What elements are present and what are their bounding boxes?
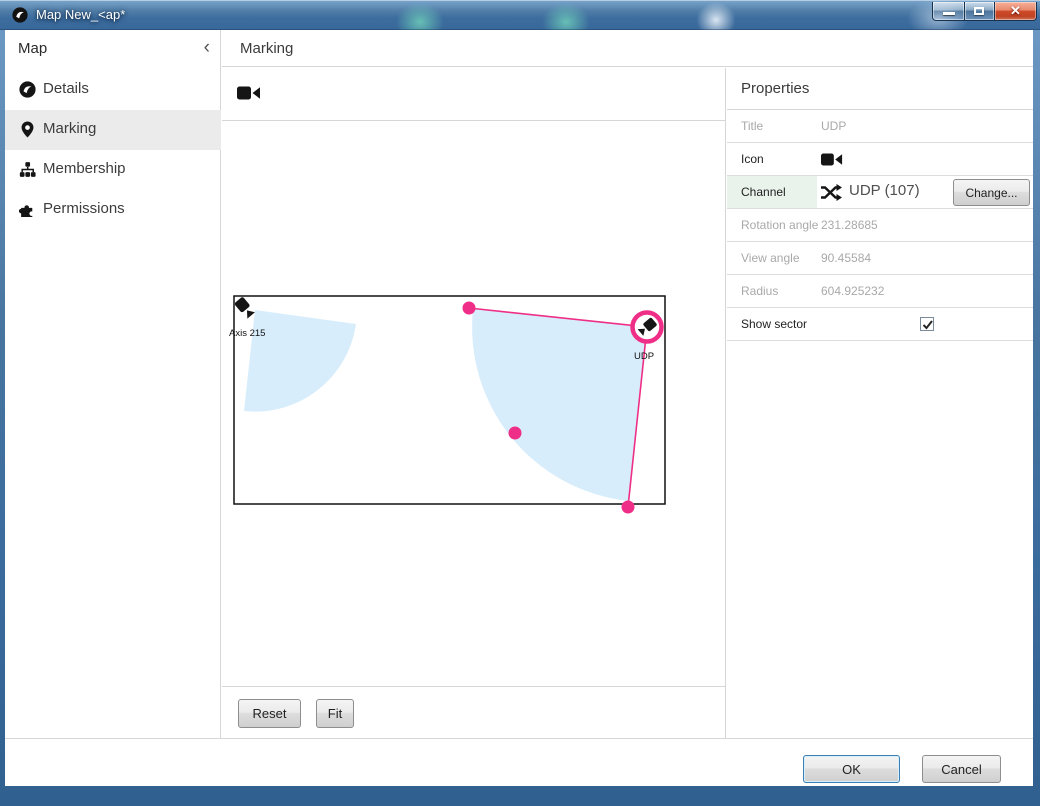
sidebar-header: Map ‹	[5, 38, 220, 62]
page-title: Marking	[240, 40, 293, 57]
sidebar-item-marking[interactable]: Marking	[5, 110, 221, 150]
window-title: Map New_<ap*	[36, 7, 125, 22]
axis215-label: Axis 215	[229, 328, 265, 339]
checkmark-icon	[921, 318, 935, 332]
ok-button[interactable]: OK	[803, 755, 900, 783]
property-row-title: Title UDP	[727, 110, 1033, 143]
canvas-toolbar	[222, 68, 725, 121]
udp-sector	[472, 309, 647, 501]
camera-icon	[821, 152, 843, 167]
shuffle-icon	[820, 184, 842, 201]
property-value: UDP	[821, 119, 846, 133]
property-row-radius: Radius 604.925232	[727, 275, 1033, 308]
properties-panel: Properties Title UDP Icon Channel	[727, 68, 1033, 738]
axis215-sector	[244, 310, 356, 412]
map-settings-window: Map New_<ap* ✕ Map ‹ Details	[0, 0, 1040, 806]
globe-icon	[19, 81, 36, 98]
properties-header: Properties	[727, 68, 1033, 110]
sidebar-item-label: Permissions	[43, 200, 125, 217]
maximize-button[interactable]	[965, 2, 994, 21]
property-value: 90.45584	[821, 251, 871, 265]
puzzle-icon	[19, 201, 36, 218]
map-pin-icon	[19, 121, 36, 138]
reset-button[interactable]: Reset	[238, 699, 301, 728]
property-label: Title	[741, 119, 763, 133]
cancel-button[interactable]: Cancel	[922, 755, 1001, 783]
sidebar: Map ‹ Details	[5, 30, 221, 738]
property-label: Radius	[741, 284, 778, 298]
property-label: Rotation angle	[741, 218, 818, 232]
close-icon: ✕	[995, 3, 1036, 19]
property-row-rotation-angle: Rotation angle 231.28685	[727, 209, 1033, 242]
collapse-sidebar-icon[interactable]: ‹	[204, 37, 210, 59]
sector-handle[interactable]	[622, 501, 635, 514]
sidebar-item-permissions[interactable]: Permissions	[5, 190, 221, 230]
titlebar[interactable]: Map New_<ap* ✕	[0, 0, 1040, 30]
property-label: View angle	[741, 251, 800, 265]
property-row-channel: Channel UDP (107) Change...	[727, 176, 1033, 209]
udp-label: UDP	[634, 351, 654, 362]
maximize-icon	[974, 7, 984, 15]
sidebar-item-details[interactable]: Details	[5, 70, 221, 110]
marking-canvas-panel: Axis 215 UDP	[222, 68, 726, 738]
property-label: Icon	[741, 152, 764, 166]
property-label: Channel	[741, 185, 786, 199]
sidebar-title: Map	[18, 40, 47, 57]
property-row-icon: Icon	[727, 143, 1033, 176]
camera-marker-tool-icon[interactable]	[237, 85, 261, 101]
minimize-button[interactable]	[932, 2, 965, 21]
property-value: 604.925232	[821, 284, 884, 298]
canvas-button-bar: Reset Fit	[222, 688, 725, 738]
close-button[interactable]: ✕	[994, 2, 1037, 21]
change-channel-button[interactable]: Change...	[953, 179, 1030, 206]
sector-handle[interactable]	[463, 302, 476, 315]
sidebar-item-label: Marking	[43, 120, 96, 137]
property-row-show-sector: Show sector	[727, 308, 1033, 341]
axis215-camera-icon[interactable]	[234, 296, 256, 319]
sidebar-item-membership[interactable]: Membership	[5, 150, 221, 190]
membership-hierarchy-icon	[19, 161, 36, 178]
property-row-view-angle: View angle 90.45584	[727, 242, 1033, 275]
map-canvas[interactable]: Axis 215 UDP	[222, 122, 725, 687]
property-label: Show sector	[741, 317, 807, 331]
channel-value: UDP (107)	[849, 182, 920, 199]
property-value: 231.28685	[821, 218, 878, 232]
sidebar-item-label: Details	[43, 80, 89, 97]
window-controls: ✕	[932, 2, 1037, 21]
dialog-footer: OK Cancel	[5, 738, 1033, 786]
page-header: Marking	[222, 30, 1033, 67]
fit-button[interactable]: Fit	[316, 699, 354, 728]
app-logo-icon	[12, 7, 28, 23]
client-area: Map ‹ Details	[5, 30, 1033, 786]
sidebar-item-label: Membership	[43, 160, 126, 177]
sector-handle[interactable]	[509, 427, 522, 440]
minimize-icon	[943, 12, 955, 15]
properties-title: Properties	[741, 80, 809, 97]
show-sector-checkbox[interactable]	[920, 317, 934, 331]
